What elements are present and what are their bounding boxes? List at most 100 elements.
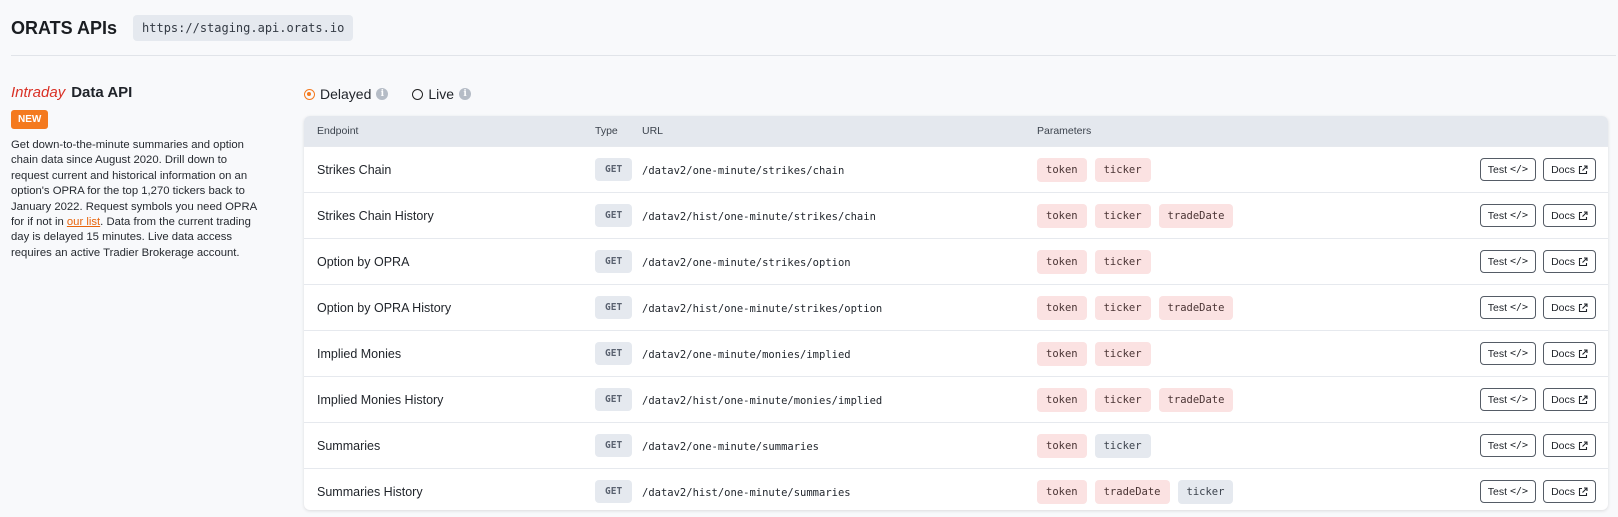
method-cell: GET (595, 204, 642, 227)
mode-option-delayed[interactable]: Delayed i (304, 86, 389, 102)
method-cell: GET (595, 480, 642, 503)
url-cell: /datav2/hist/one-minute/strikes/chain (642, 209, 1037, 223)
actions-cell: Test </> Docs (1472, 296, 1608, 319)
our-list-link[interactable]: our list (67, 216, 100, 228)
external-link-icon (1578, 164, 1588, 174)
param-badge: tradeDate (1158, 387, 1234, 412)
endpoint-name: Option by OPRA (317, 254, 410, 269)
test-button[interactable]: Test </> (1479, 204, 1537, 227)
endpoint-name: Strikes Chain (317, 162, 392, 177)
param-badge: ticker (1094, 295, 1151, 320)
param-badge: token (1037, 295, 1087, 320)
actions-cell: Test </> Docs (1472, 388, 1608, 411)
params-cell: token ticker tradeDate (1037, 295, 1472, 320)
endpoints-table: Endpoint Type URL Parameters Strikes Cha… (304, 116, 1608, 510)
external-link-icon (1578, 440, 1588, 450)
actions-cell: Test </> Docs (1472, 250, 1608, 273)
actions-cell: Test </> Docs (1472, 480, 1608, 503)
docs-label: Docs (1551, 439, 1575, 452)
method-badge: GET (595, 434, 633, 457)
method-cell: GET (595, 296, 642, 319)
docs-label: Docs (1551, 485, 1575, 498)
table-row: Summaries History GET /datav2/hist/one-m… (304, 468, 1608, 510)
docs-label: Docs (1551, 393, 1575, 406)
api-title-highlight: Intraday (11, 84, 66, 101)
params-cell: token ticker tradeDate (1037, 387, 1472, 412)
external-link-icon (1578, 210, 1588, 220)
params-cell: token ticker tradeDate (1037, 203, 1472, 228)
docs-button[interactable]: Docs (1543, 434, 1596, 457)
docs-button[interactable]: Docs (1543, 480, 1596, 503)
docs-label: Docs (1551, 163, 1575, 176)
desc-text-1: Get down-to-the-minute summaries and opt… (11, 139, 257, 229)
test-button[interactable]: Test </> (1479, 250, 1537, 273)
actions-cell: Test </> Docs (1472, 434, 1608, 457)
code-icon: </> (1510, 210, 1529, 221)
endpoint-name: Summaries (317, 438, 381, 453)
table-row: Implied Monies History GET /datav2/hist/… (304, 376, 1608, 422)
docs-button[interactable]: Docs (1543, 158, 1596, 181)
test-button[interactable]: Test </> (1479, 480, 1537, 503)
test-label: Test (1487, 255, 1507, 268)
endpoint-url: /datav2/hist/one-minute/strikes/chain (642, 210, 876, 223)
test-button[interactable]: Test </> (1479, 388, 1537, 411)
api-info-panel: Intraday Data API NEW Get down-to-the-mi… (11, 84, 266, 261)
param-badge: tradeDate (1094, 479, 1170, 504)
info-icon[interactable]: i (376, 88, 389, 100)
url-cell: /datav2/one-minute/monies/implied (642, 347, 1037, 361)
api-description: Get down-to-the-minute summaries and opt… (11, 138, 266, 261)
url-cell: /datav2/hist/one-minute/strikes/option (642, 301, 1037, 315)
table-body: Strikes Chain GET /datav2/one-minute/str… (304, 146, 1608, 510)
param-badge: ticker (1177, 479, 1234, 504)
url-cell: /datav2/one-minute/summaries (642, 439, 1037, 453)
header-endpoint: Endpoint (317, 125, 359, 137)
radio-live[interactable] (412, 88, 424, 100)
info-icon[interactable]: i (459, 88, 472, 100)
actions-cell: Test </> Docs (1472, 204, 1608, 227)
mode-option-live[interactable]: Live i (412, 86, 472, 102)
param-badge: ticker (1094, 433, 1151, 458)
param-badge: token (1037, 387, 1087, 412)
test-button[interactable]: Test </> (1479, 296, 1537, 319)
endpoint-url: /datav2/one-minute/summaries (642, 440, 820, 453)
docs-label: Docs (1551, 255, 1575, 268)
test-label: Test (1487, 209, 1507, 222)
param-badge: ticker (1094, 157, 1151, 182)
endpoint-name: Strikes Chain History (317, 208, 434, 223)
table-row: Option by OPRA GET /datav2/one-minute/st… (304, 238, 1608, 284)
test-button[interactable]: Test </> (1479, 342, 1537, 365)
params-cell: token ticker (1037, 249, 1472, 274)
test-button[interactable]: Test </> (1479, 434, 1537, 457)
radio-delayed[interactable] (304, 88, 315, 100)
external-link-icon (1578, 348, 1588, 358)
header-type: Type (595, 125, 618, 137)
endpoint-url: /datav2/hist/one-minute/strikes/option (642, 302, 883, 315)
external-link-icon (1578, 256, 1588, 266)
param-badge: token (1037, 203, 1087, 228)
method-cell: GET (595, 434, 642, 457)
param-badge: token (1037, 341, 1087, 366)
param-badge: token (1037, 433, 1087, 458)
external-link-icon (1578, 486, 1588, 496)
params-cell: token tradeDate ticker (1037, 479, 1472, 504)
base-url-badge: https://staging.api.orats.io (133, 15, 354, 41)
param-badge: token (1037, 249, 1087, 274)
endpoint-url: /datav2/hist/one-minute/summaries (642, 486, 851, 499)
endpoint-name: Implied Monies History (317, 392, 444, 407)
docs-button[interactable]: Docs (1543, 342, 1596, 365)
docs-button[interactable]: Docs (1543, 204, 1596, 227)
docs-button[interactable]: Docs (1543, 250, 1596, 273)
params-cell: token ticker (1037, 341, 1472, 366)
code-icon: </> (1510, 394, 1529, 405)
table-header: Endpoint Type URL Parameters (304, 116, 1608, 146)
test-button[interactable]: Test </> (1479, 158, 1537, 181)
docs-button[interactable]: Docs (1543, 388, 1596, 411)
endpoint-url: /datav2/one-minute/strikes/option (642, 256, 851, 269)
param-badge: token (1037, 479, 1087, 504)
endpoint-name: Summaries History (317, 484, 423, 499)
app-title: ORATS APIs (11, 17, 118, 38)
table-row: Strikes Chain GET /datav2/one-minute/str… (304, 146, 1608, 192)
code-icon: </> (1510, 486, 1529, 497)
param-badge: tradeDate (1158, 203, 1234, 228)
docs-button[interactable]: Docs (1543, 296, 1596, 319)
